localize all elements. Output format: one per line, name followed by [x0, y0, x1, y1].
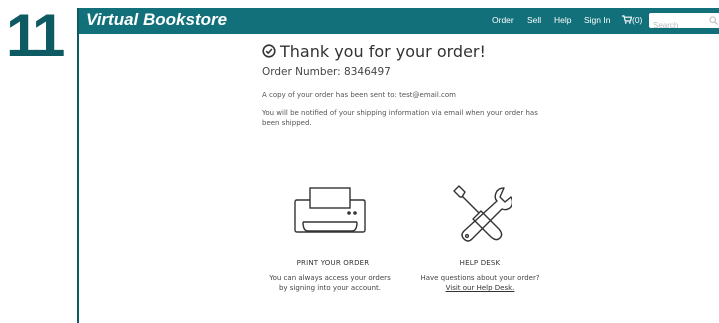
nav-order-link[interactable]: Order — [492, 15, 514, 25]
nav-sell-link[interactable]: Sell — [527, 15, 541, 25]
cart-icon — [622, 15, 633, 24]
print-order-description: You can always access your orders by sig… — [250, 273, 410, 293]
search-box — [649, 13, 719, 33]
search-input[interactable] — [649, 18, 708, 33]
help-desk-heading: HELP DESK — [459, 259, 501, 267]
email-copy-note: A copy of your order has been sent to: t… — [262, 91, 456, 99]
print-order-heading: PRINT YOUR ORDER — [296, 259, 370, 267]
order-number: Order Number: 8346497 — [262, 66, 391, 78]
print-order-line1: You can always access your orders — [269, 274, 391, 282]
printer-icon[interactable] — [294, 187, 366, 243]
top-navbar: Virtual Bookstore Order Sell Help Sign I… — [79, 8, 719, 34]
help-desk-line1: Have questions about your order? — [420, 274, 540, 282]
confirmation-title: Thank you for your order! — [280, 42, 486, 61]
tools-icon[interactable] — [452, 185, 512, 245]
check-circle-icon — [262, 44, 276, 58]
shipping-note: You will be notified of your shipping in… — [262, 109, 538, 127]
nav-help-link[interactable]: Help — [554, 15, 571, 25]
brand-logo[interactable]: Virtual Bookstore — [86, 10, 227, 30]
frame-divider — [77, 8, 79, 323]
cart-button[interactable]: (0) — [622, 15, 642, 25]
print-order-line2: by signing into your account. — [278, 284, 382, 292]
cart-count: (0) — [632, 15, 643, 25]
help-desk-description: Have questions about your order? Visit o… — [400, 273, 560, 293]
search-icon[interactable] — [709, 16, 718, 25]
step-number: 11 — [6, 2, 65, 69]
nav-sign-in-link[interactable]: Sign In — [584, 15, 610, 25]
help-desk-link[interactable]: Visit our Help Desk. — [446, 284, 515, 292]
